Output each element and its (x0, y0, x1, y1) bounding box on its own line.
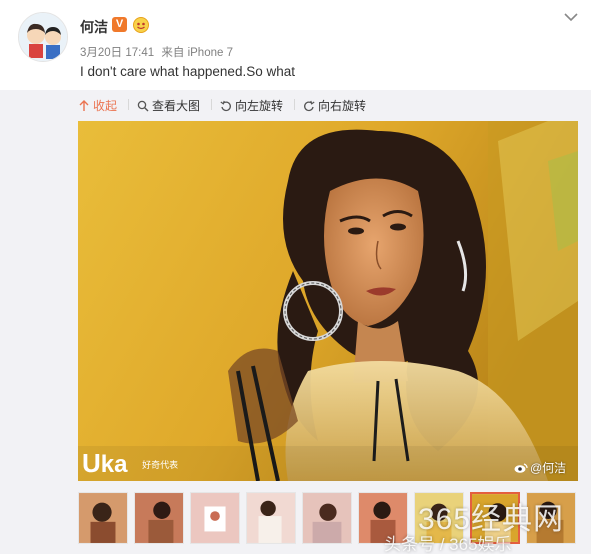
magnifier-icon (137, 100, 149, 112)
weibo-logo-icon (514, 463, 528, 473)
media-expanded-panel: 收起 查看大图 向左旋转 向右旋转 Uka 好奇代表 @何洁 (0, 90, 591, 554)
toolbar-divider (211, 99, 212, 110)
view-large-label: 查看大图 (152, 99, 201, 113)
rotate-left-icon (220, 100, 231, 112)
thumbnail[interactable] (78, 492, 128, 544)
rotate-right-label: 向右旋转 (318, 99, 367, 113)
photo-watermark: @何洁 (514, 459, 566, 476)
thumbnail[interactable] (302, 492, 352, 544)
magazine-logo-text: ka (100, 451, 128, 478)
magazine-logo-mark: U (82, 448, 101, 478)
magazine-caption: 好奇代表 (142, 460, 179, 470)
post-date[interactable]: 3月20日 17:41 (80, 47, 154, 59)
post-header: 何洁 V 3月20日 17:41 来自 iPhone 7 I don't car… (0, 0, 591, 90)
rotate-right-icon (304, 100, 315, 112)
collapse-button[interactable]: 收起 (78, 97, 117, 114)
arrow-up-icon (79, 100, 89, 111)
rotate-left-label: 向左旋转 (235, 99, 284, 113)
post-meta: 3月20日 17:41 来自 iPhone 7 (80, 44, 233, 60)
chevron-down-icon[interactable] (562, 10, 580, 24)
portrait-photo-image (78, 121, 578, 481)
media-toolbar: 收起 查看大图 向左旋转 向右旋转 (0, 90, 591, 120)
thumbnail[interactable] (134, 492, 184, 544)
rotate-left-button[interactable]: 向左旋转 (220, 97, 283, 114)
toolbar-divider (294, 99, 295, 110)
view-large-button[interactable]: 查看大图 (137, 97, 200, 114)
avatar-cartoon-icon (19, 13, 67, 61)
post-text: I don't care what happened.So what (80, 64, 295, 79)
main-photo[interactable]: Uka 好奇代表 (78, 121, 578, 481)
rotate-right-button[interactable]: 向右旋转 (303, 97, 366, 114)
thumbnail[interactable] (246, 492, 296, 544)
watermark-text: @何洁 (530, 461, 567, 475)
username[interactable]: 何洁 (80, 17, 108, 37)
thumbnail[interactable] (190, 492, 240, 544)
verified-badge-icon[interactable]: V (112, 17, 127, 32)
post-source: 来自 iPhone 7 (161, 47, 233, 59)
site-watermark-sub: 头条号 / 365娱乐 (384, 535, 512, 554)
avatar[interactable] (18, 12, 68, 62)
member-medal-icon[interactable] (132, 16, 150, 33)
toolbar-divider (128, 99, 129, 110)
magazine-logo: Uka 好奇代表 (82, 448, 178, 479)
collapse-label: 收起 (93, 99, 118, 113)
